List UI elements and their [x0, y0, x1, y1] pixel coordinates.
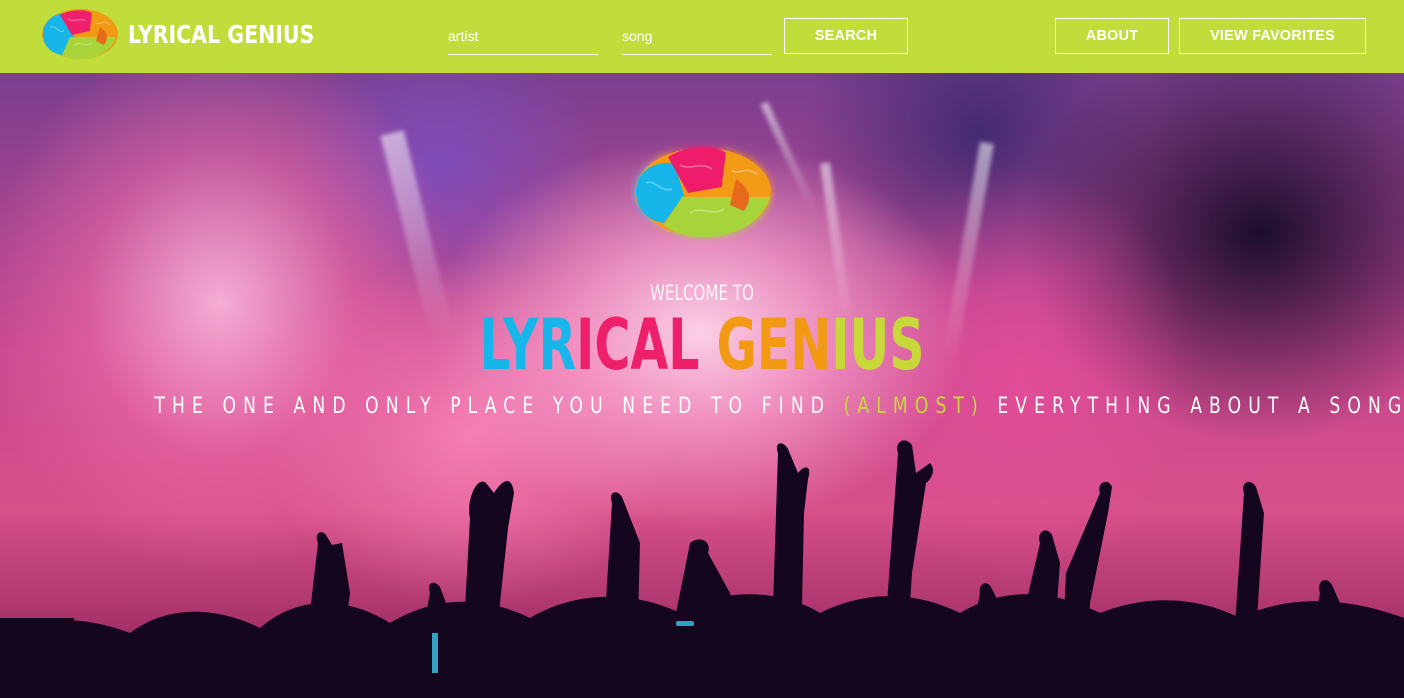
- tagline-highlight: (ALMOST): [843, 394, 985, 419]
- brand-logo-link[interactable]: LYRICAL GENIUS: [40, 6, 355, 62]
- navbar: LYRICAL GENIUS SEARCH ABOUT VIEW FAVORIT…: [0, 0, 1404, 73]
- song-input[interactable]: [622, 22, 772, 55]
- brand-name: LYRICAL GENIUS: [128, 19, 315, 49]
- tagline-text: EVERYTHING ABOUT A SONG.: [984, 394, 1404, 419]
- hero-brain-icon: [635, 147, 771, 237]
- hero-title-part: IUS: [831, 304, 925, 386]
- welcome-text: WELCOME TO: [650, 281, 754, 305]
- about-button[interactable]: ABOUT: [1055, 18, 1169, 54]
- view-favorites-button[interactable]: VIEW FAVORITES: [1179, 18, 1366, 54]
- artist-input[interactable]: [448, 22, 598, 55]
- hero-title-part: ICAL: [576, 304, 700, 386]
- hero-title-part: GEN: [699, 304, 832, 386]
- tagline-text: THE ONE AND ONLY PLACE YOU NEED TO FIND: [154, 394, 844, 419]
- hero-title: LYRICAL GENIUS: [211, 305, 1194, 385]
- search-button[interactable]: SEARCH: [784, 18, 908, 54]
- page: LYRICAL GENIUS SEARCH ABOUT VIEW FAVORIT…: [0, 0, 1404, 698]
- hero-banner: WELCOME TO LYRICAL GENIUS THE ONE AND ON…: [0, 73, 1404, 698]
- hero-title-part: LYR: [479, 304, 577, 386]
- hero-tagline: THE ONE AND ONLY PLACE YOU NEED TO FIND …: [154, 394, 1404, 419]
- brain-logo-icon: [42, 9, 118, 59]
